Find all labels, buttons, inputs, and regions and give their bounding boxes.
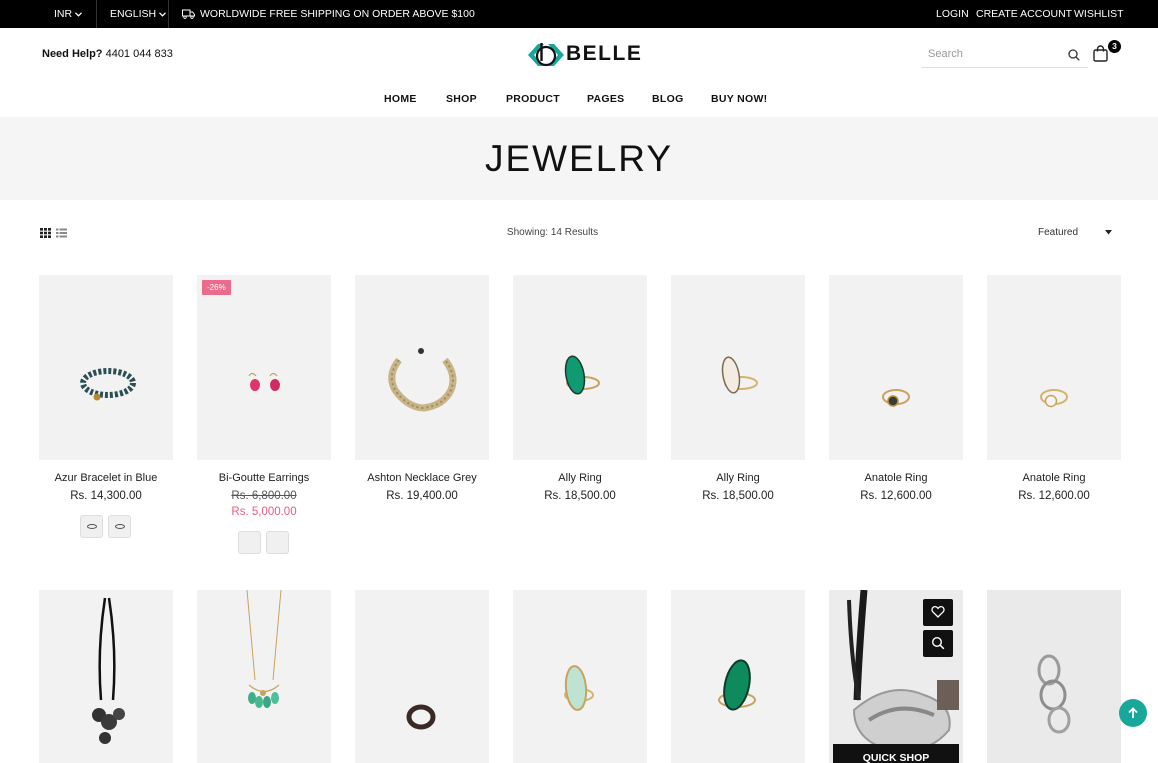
dark-ring-image bbox=[406, 704, 436, 730]
product-image[interactable] bbox=[355, 590, 489, 763]
login-link[interactable]: LOGIN bbox=[936, 0, 969, 28]
page-title: JEWELRY bbox=[484, 138, 674, 179]
currency-selector[interactable]: INR bbox=[54, 0, 83, 28]
shipping-text: WORLDWIDE FREE SHIPPING ON ORDER ABOVE $… bbox=[200, 8, 475, 20]
product-image[interactable] bbox=[671, 590, 805, 763]
caret-down-icon[interactable] bbox=[1105, 230, 1112, 235]
search-box bbox=[922, 42, 1088, 68]
product-price: Rs. 14,300.00 bbox=[70, 490, 142, 502]
zoom-icon bbox=[931, 636, 945, 650]
clear-stone-ring-image bbox=[1040, 389, 1068, 408]
results-count: Showing: 14 Results bbox=[506, 227, 599, 238]
product-name[interactable]: Ally Ring bbox=[661, 472, 815, 484]
arrow-up-icon bbox=[1128, 707, 1138, 718]
green-ring-image bbox=[564, 355, 600, 395]
product-price: Rs. 19,400.00 bbox=[386, 490, 458, 502]
product-name[interactable]: Anatole Ring bbox=[977, 472, 1131, 484]
product-sale-price: Rs. 5,000.00 bbox=[231, 506, 297, 518]
create-account-link[interactable]: CREATE ACCOUNT bbox=[976, 0, 1072, 28]
product-image[interactable] bbox=[39, 590, 173, 763]
product-price: Rs. 18,500.00 bbox=[544, 490, 616, 502]
quick-view-button[interactable] bbox=[923, 630, 953, 657]
help-contact: Need Help? 4401 044 833 bbox=[42, 48, 173, 60]
product-image[interactable] bbox=[513, 590, 647, 763]
product-name[interactable]: Ashton Necklace Grey bbox=[345, 472, 499, 484]
product-price: Rs. 18,500.00 bbox=[702, 490, 774, 502]
wishlist-link[interactable]: WISHLIST bbox=[1074, 0, 1124, 28]
product-image[interactable] bbox=[987, 275, 1121, 460]
product-image[interactable]: QUICK SHOP bbox=[829, 590, 963, 763]
sort-select[interactable]: Featured bbox=[1038, 227, 1078, 238]
product-image[interactable] bbox=[39, 275, 173, 460]
nav-home[interactable]: HOME bbox=[384, 93, 417, 105]
product-image[interactable] bbox=[987, 590, 1121, 763]
cart-count-badge: 3 bbox=[1108, 40, 1121, 53]
discount-badge: -26% bbox=[202, 280, 231, 295]
truck-icon bbox=[182, 9, 195, 20]
heart-icon bbox=[931, 606, 945, 618]
variant-swatch[interactable] bbox=[80, 515, 103, 538]
nav-blog[interactable]: BLOG bbox=[652, 93, 684, 105]
product-image[interactable]: -26% bbox=[197, 275, 331, 460]
earrings-image bbox=[248, 372, 280, 391]
nav-product[interactable]: PRODUCT bbox=[506, 93, 560, 105]
divider bbox=[96, 0, 97, 28]
nav-shop[interactable]: SHOP bbox=[446, 93, 477, 105]
currency-label: INR bbox=[54, 8, 73, 20]
white-ring-image bbox=[721, 356, 758, 394]
language-selector[interactable]: ENGLISH bbox=[110, 0, 167, 28]
wishlist-button[interactable] bbox=[923, 599, 953, 626]
top-bar: INR ENGLISH WORLDWIDE FREE SHIPPING ON O… bbox=[0, 0, 1158, 28]
shipping-notice: WORLDWIDE FREE SHIPPING ON ORDER ABOVE $… bbox=[182, 0, 475, 28]
silver-ring-image bbox=[1037, 654, 1071, 734]
nav-buy-now[interactable]: BUY NOW! bbox=[711, 93, 767, 105]
product-price: Rs. 12,600.00 bbox=[1018, 490, 1090, 502]
pale-ring-image bbox=[564, 665, 594, 711]
help-label: Need Help? bbox=[42, 48, 103, 60]
necklace-image bbox=[388, 348, 457, 412]
product-old-price: Rs. 6,800.00 bbox=[231, 490, 297, 502]
product-name[interactable]: Ally Ring bbox=[503, 472, 657, 484]
search-input[interactable] bbox=[922, 42, 1052, 66]
language-label: ENGLISH bbox=[110, 8, 157, 20]
divider bbox=[168, 0, 169, 28]
black-necklace-image bbox=[92, 597, 125, 744]
brand-logo-icon[interactable] bbox=[527, 40, 565, 70]
product-name[interactable]: Bi-Goutte Earrings bbox=[187, 472, 341, 484]
product-image[interactable] bbox=[513, 275, 647, 460]
quick-shop-button[interactable]: QUICK SHOP bbox=[833, 744, 959, 763]
help-phone[interactable]: 4401 044 833 bbox=[106, 48, 173, 60]
nav-pages[interactable]: PAGES bbox=[587, 93, 624, 105]
collection-banner: JEWELRY bbox=[0, 117, 1158, 200]
product-price: Rs. 12,600.00 bbox=[860, 490, 932, 502]
variant-swatch[interactable] bbox=[266, 531, 289, 554]
emerald-ring-image bbox=[718, 659, 756, 711]
product-image[interactable] bbox=[197, 590, 331, 763]
variant-swatch[interactable] bbox=[108, 515, 131, 538]
chevron-down-icon bbox=[159, 12, 167, 17]
cart-icon[interactable] bbox=[1093, 45, 1108, 62]
product-name[interactable]: Azur Bracelet in Blue bbox=[29, 472, 183, 484]
chevron-down-icon bbox=[75, 12, 83, 17]
bracelet-image bbox=[80, 368, 136, 401]
product-image[interactable] bbox=[829, 275, 963, 460]
product-image[interactable] bbox=[355, 275, 489, 460]
scroll-to-top-button[interactable] bbox=[1119, 699, 1147, 727]
search-icon[interactable] bbox=[1068, 49, 1080, 61]
product-name[interactable]: Anatole Ring bbox=[819, 472, 973, 484]
dark-stone-ring-image bbox=[882, 389, 910, 407]
product-image[interactable] bbox=[671, 275, 805, 460]
brand-name[interactable]: BELLE bbox=[566, 42, 642, 66]
variant-swatch[interactable] bbox=[238, 531, 261, 554]
charm-necklace-image bbox=[246, 590, 282, 708]
